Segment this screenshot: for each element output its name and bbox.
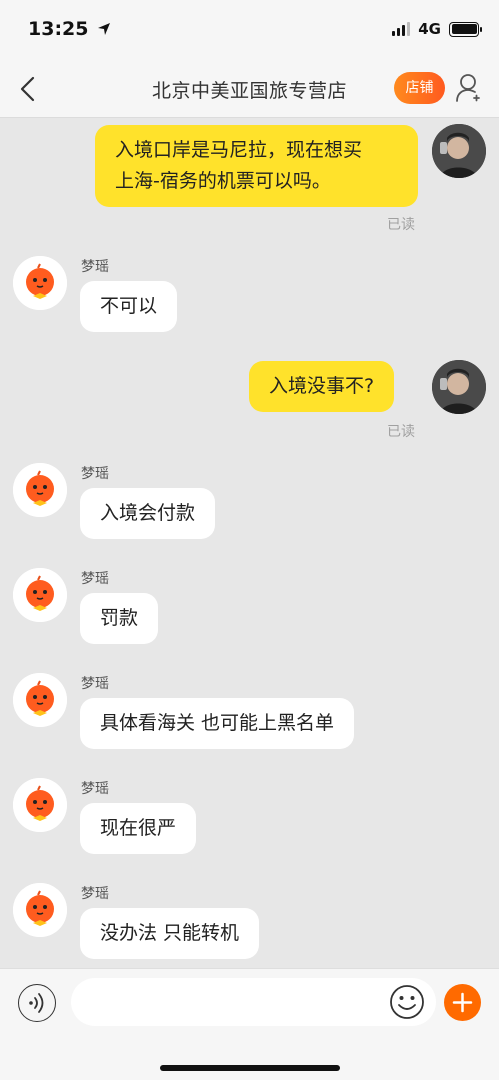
user-icon[interactable] — [455, 72, 485, 104]
shop-button[interactable]: 店铺 — [394, 72, 445, 104]
location-arrow-icon — [98, 23, 111, 35]
nav-bar: 北京中美亚国旅专营店 店铺 — [0, 60, 499, 118]
my-message-bubble[interactable]: 入境没事不? — [249, 361, 395, 412]
agent-avatar[interactable] — [13, 883, 67, 937]
voice-button[interactable] — [18, 984, 56, 1022]
sender-name: 梦瑶 — [81, 259, 109, 275]
their-message-bubble[interactable]: 不可以 — [80, 281, 178, 332]
their-message-bubble[interactable]: 现在很严 — [80, 803, 197, 854]
their-message-bubble[interactable]: 没办法 只能转机 — [80, 908, 260, 959]
chat-area[interactable]: 入境口岸是马尼拉，现在想买 上海-宿务的机票可以吗。 已读 梦瑶 不可以 入境没… — [0, 118, 499, 968]
my-message-bubble[interactable]: 入境口岸是马尼拉，现在想买 上海-宿务的机票可以吗。 — [95, 125, 418, 207]
voice-icon — [29, 993, 44, 1013]
my-avatar[interactable] — [432, 124, 486, 178]
read-status: 已读 — [387, 424, 415, 440]
agent-avatar[interactable] — [13, 256, 67, 310]
their-message-bubble[interactable]: 具体看海关 也可能上黑名单 — [80, 698, 355, 749]
plus-button[interactable] — [444, 984, 481, 1021]
agent-avatar[interactable] — [13, 568, 67, 622]
sender-name: 梦瑶 — [81, 886, 109, 902]
sender-name: 梦瑶 — [81, 676, 109, 692]
input-bar — [0, 968, 499, 1080]
status-time: 13:25 — [28, 18, 111, 40]
message-input[interactable] — [71, 978, 436, 1026]
signal-icon — [392, 22, 411, 36]
their-message-bubble[interactable]: 罚款 — [80, 593, 159, 644]
plus-icon — [452, 992, 473, 1013]
home-indicator — [160, 1065, 340, 1071]
their-message-bubble[interactable]: 入境会付款 — [80, 488, 216, 539]
status-bar: 13:25 4G — [0, 0, 499, 60]
emoji-icon[interactable] — [389, 984, 425, 1020]
read-status: 已读 — [387, 217, 415, 233]
network-label: 4G — [418, 20, 441, 38]
agent-avatar[interactable] — [13, 778, 67, 832]
my-avatar[interactable] — [432, 360, 486, 414]
agent-avatar[interactable] — [13, 673, 67, 727]
sender-name: 梦瑶 — [81, 781, 109, 797]
agent-avatar[interactable] — [13, 463, 67, 517]
sender-name: 梦瑶 — [81, 466, 109, 482]
sender-name: 梦瑶 — [81, 571, 109, 587]
battery-icon — [449, 21, 482, 37]
